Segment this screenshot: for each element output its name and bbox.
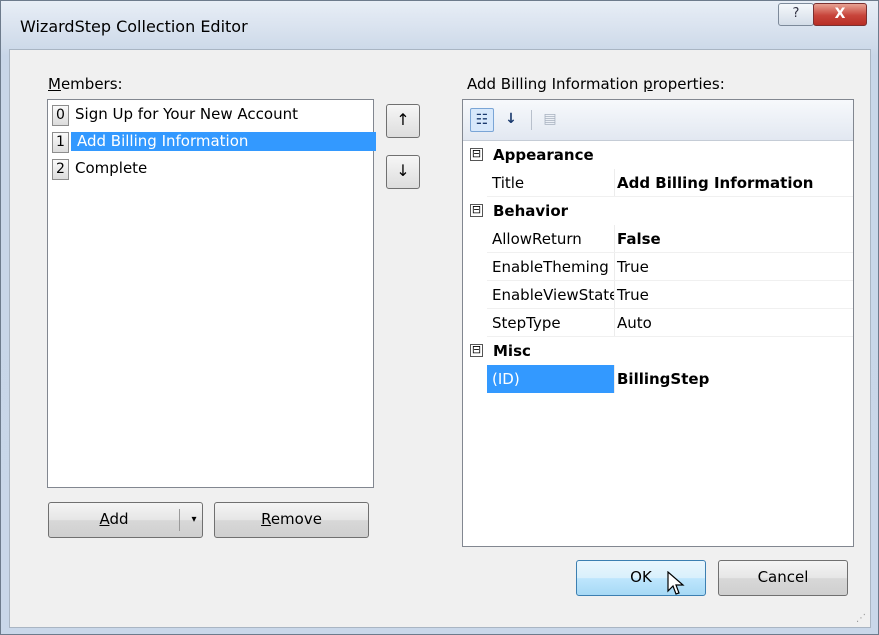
property-value[interactable]: True	[613, 253, 853, 281]
property-name: (ID)	[487, 365, 615, 393]
members-list[interactable]: 0 Sign Up for Your New Account 1 Add Bil…	[47, 99, 376, 488]
dialog-client-area: Members: 0 Sign Up for Your New Account …	[9, 49, 871, 628]
category-row-misc[interactable]: ⊟ Misc	[463, 337, 853, 365]
list-item[interactable]: 2 Complete	[49, 156, 372, 182]
property-grid[interactable]: ☷ ↓ ▤ ⊟ Appearance Title Add Billing Inf…	[462, 99, 854, 547]
property-name: Title	[487, 169, 615, 197]
member-index: 1	[52, 132, 69, 153]
collapse-icon[interactable]: ⊟	[470, 204, 483, 217]
categorized-icon[interactable]: ☷	[470, 108, 494, 132]
arrow-down-icon: ↓	[396, 161, 410, 180]
chevron-down-icon[interactable]: ▾	[186, 503, 202, 536]
member-text: Complete	[75, 159, 148, 177]
member-index: 2	[52, 159, 69, 180]
property-value[interactable]: Add Billing Information	[613, 169, 853, 197]
property-name: EnableViewState	[487, 281, 615, 309]
property-name: EnableTheming	[487, 253, 615, 281]
property-value[interactable]: BillingStep	[613, 365, 853, 393]
resize-grip-icon[interactable]: ⋰	[856, 613, 868, 625]
add-split-button[interactable]: Add ▾	[48, 502, 203, 538]
cancel-button[interactable]: Cancel	[718, 560, 848, 596]
properties-label: Add Billing Information properties:	[467, 75, 725, 93]
move-up-button[interactable]: ↑	[386, 104, 420, 138]
collapse-icon[interactable]: ⊟	[470, 344, 483, 357]
collapse-icon[interactable]: ⊟	[470, 148, 483, 161]
sort-az-icon[interactable]: ↓	[500, 108, 522, 130]
move-down-button[interactable]: ↓	[386, 155, 420, 189]
category-name: Appearance	[493, 146, 594, 164]
member-index: 0	[52, 105, 69, 126]
category-row-appearance[interactable]: ⊟ Appearance	[463, 141, 853, 169]
help-button[interactable]: ?	[778, 3, 814, 26]
remove-button[interactable]: Remove	[214, 502, 369, 538]
title-bar[interactable]: WizardStep Collection Editor ? X	[1, 1, 878, 49]
member-text: Add Billing Information	[71, 132, 376, 151]
property-value[interactable]: False	[613, 225, 853, 253]
property-grid-toolbar: ☷ ↓ ▤	[463, 100, 853, 141]
member-text: Sign Up for Your New Account	[75, 105, 298, 123]
property-row-steptype[interactable]: StepType Auto	[463, 309, 853, 337]
category-row-behavior[interactable]: ⊟ Behavior	[463, 197, 853, 225]
property-row-title[interactable]: Title Add Billing Information	[463, 169, 853, 197]
list-item[interactable]: 0 Sign Up for Your New Account	[49, 102, 372, 128]
property-name: AllowReturn	[487, 225, 615, 253]
property-pages-icon[interactable]: ▤	[539, 108, 561, 130]
dialog-window: WizardStep Collection Editor ? X Members…	[0, 0, 879, 635]
property-row-allowreturn[interactable]: AllowReturn False	[463, 225, 853, 253]
close-button[interactable]: X	[813, 3, 867, 26]
property-value[interactable]: Auto	[613, 309, 853, 337]
property-row-enableviewstate[interactable]: EnableViewState True	[463, 281, 853, 309]
add-label-wrap: Add	[99, 510, 129, 528]
arrow-up-icon: ↑	[396, 110, 410, 129]
members-label: Members:	[48, 75, 123, 93]
property-row-id[interactable]: (ID) BillingStep	[463, 365, 853, 393]
property-name: StepType	[487, 309, 615, 337]
split-divider	[179, 509, 180, 531]
toolbar-divider	[531, 110, 532, 130]
category-name: Behavior	[493, 202, 569, 220]
category-name: Misc	[493, 342, 531, 360]
list-item-selected[interactable]: 1 Add Billing Information	[49, 129, 376, 155]
ok-button[interactable]: OK	[576, 560, 706, 596]
window-title: WizardStep Collection Editor	[20, 17, 248, 36]
property-row-enabletheming[interactable]: EnableTheming True	[463, 253, 853, 281]
mouse-cursor-icon	[667, 571, 685, 595]
property-value[interactable]: True	[613, 281, 853, 309]
